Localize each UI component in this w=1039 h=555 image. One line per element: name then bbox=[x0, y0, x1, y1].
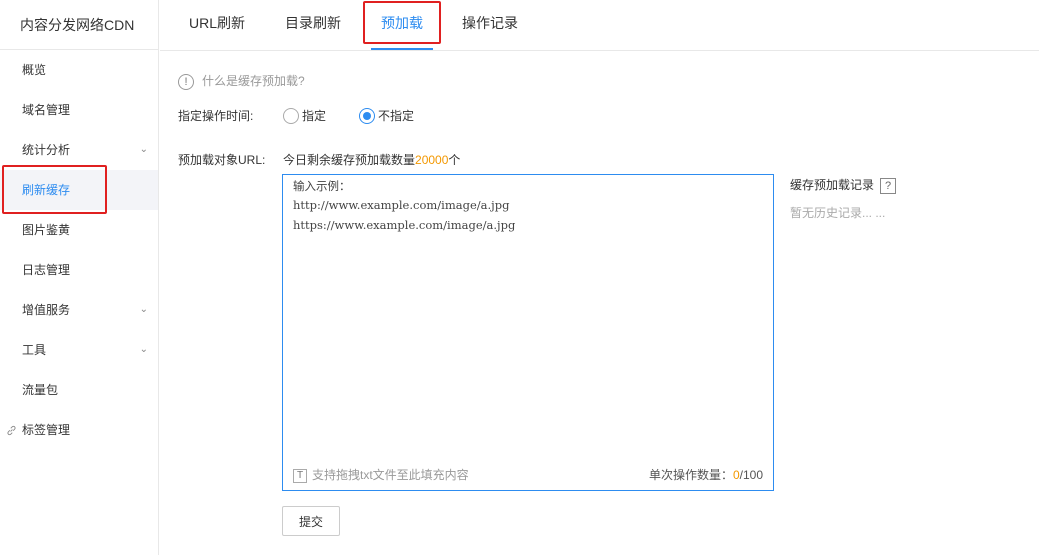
radio-not-specify-label[interactable]: 不指定 bbox=[378, 106, 414, 126]
sidebar-title: 内容分发网络CDN bbox=[0, 0, 158, 50]
radio-specify-label[interactable]: 指定 bbox=[302, 106, 326, 126]
textarea-line: 输入示例： bbox=[293, 179, 351, 193]
textarea-line: https://www.example.com/image/a.jpg bbox=[293, 218, 516, 232]
sidebar-item-traffic-package[interactable]: 流量包 bbox=[0, 370, 158, 410]
sidebar-item-label: 标签管理 bbox=[22, 423, 71, 437]
sidebar-item-stats[interactable]: 统计分析 ⌄ bbox=[0, 130, 158, 170]
quota-prefix: 今日剩余缓存预加载数量 bbox=[283, 153, 416, 167]
history-title: 缓存预加载记录? bbox=[790, 176, 897, 194]
sidebar-item-tags[interactable]: 标签管理 bbox=[0, 410, 158, 450]
help-link[interactable]: ! 什么是缓存预加载? bbox=[178, 72, 305, 90]
chevron-down-icon: ⌄ bbox=[139, 144, 148, 155]
textarea-line: http://www.example.com/image/a.jpg bbox=[293, 198, 510, 212]
tab-dir-refresh[interactable]: 目录刷新 bbox=[285, 0, 341, 50]
tab-bar: URL刷新 目录刷新 预加载 操作记录 bbox=[160, 0, 1039, 51]
count-max: /100 bbox=[739, 468, 763, 482]
text-file-icon: T bbox=[293, 468, 307, 483]
history-title-text: 缓存预加载记录 bbox=[790, 178, 875, 192]
sidebar-item-domain[interactable]: 域名管理 bbox=[0, 90, 158, 130]
sidebar-item-logs[interactable]: 日志管理 bbox=[0, 250, 158, 290]
chevron-down-icon: ⌄ bbox=[139, 304, 148, 315]
radio-not-specify[interactable] bbox=[359, 108, 375, 124]
chevron-down-icon: ⌄ bbox=[139, 344, 148, 355]
sidebar: 内容分发网络CDN 概览 域名管理 统计分析 ⌄ 刷新缓存 图片鉴黄 日志管理 … bbox=[0, 0, 159, 555]
count-indicator: 单次操作数量：0/100 bbox=[649, 466, 763, 483]
question-icon[interactable]: ? bbox=[880, 177, 897, 194]
count-value: 0 bbox=[732, 468, 740, 482]
sidebar-item-label: 概览 bbox=[22, 63, 47, 77]
tab-operation-log[interactable]: 操作记录 bbox=[462, 0, 518, 50]
highlight-box bbox=[2, 165, 107, 214]
sidebar-item-label: 工具 bbox=[22, 343, 47, 357]
drag-hint: T 支持拖拽txt文件至此填充内容 bbox=[293, 466, 469, 483]
url-label: 预加载对象URL: bbox=[178, 153, 266, 167]
sidebar-item-label: 增值服务 bbox=[22, 303, 71, 317]
submit-button[interactable]: 提交 bbox=[282, 506, 340, 536]
sidebar-item-value-added[interactable]: 增值服务 ⌄ bbox=[0, 290, 158, 330]
sidebar-item-label: 域名管理 bbox=[22, 103, 71, 117]
sidebar-item-label: 日志管理 bbox=[22, 263, 71, 277]
sidebar-item-tools[interactable]: 工具 ⌄ bbox=[0, 330, 158, 370]
highlight-box bbox=[363, 1, 441, 44]
drag-hint-text: 支持拖拽txt文件至此填充内容 bbox=[312, 468, 469, 482]
sidebar-item-label: 图片鉴黄 bbox=[22, 223, 71, 237]
quota-suffix: 个 bbox=[448, 153, 461, 167]
sidebar-item-label: 流量包 bbox=[22, 383, 59, 397]
radio-specify[interactable] bbox=[283, 108, 299, 124]
sidebar-item-label: 统计分析 bbox=[22, 143, 71, 157]
history-empty: 暂无历史记录... ... bbox=[790, 206, 886, 220]
sidebar-item-overview[interactable]: 概览 bbox=[0, 50, 158, 90]
quota-text: 今日剩余缓存预加载数量20000个 bbox=[283, 151, 460, 168]
url-textarea[interactable]: 输入示例： http://www.example.com/image/a.jpg… bbox=[282, 174, 774, 491]
link-icon bbox=[6, 410, 17, 450]
tab-url-refresh[interactable]: URL刷新 bbox=[189, 0, 245, 50]
help-text: 什么是缓存预加载? bbox=[202, 74, 305, 88]
sidebar-item-image-review[interactable]: 图片鉴黄 bbox=[0, 210, 158, 250]
quota-value: 20000 bbox=[415, 153, 449, 167]
info-icon: ! bbox=[178, 73, 194, 90]
count-label: 单次操作数量： bbox=[648, 468, 733, 482]
time-label: 指定操作时间: bbox=[178, 109, 254, 123]
